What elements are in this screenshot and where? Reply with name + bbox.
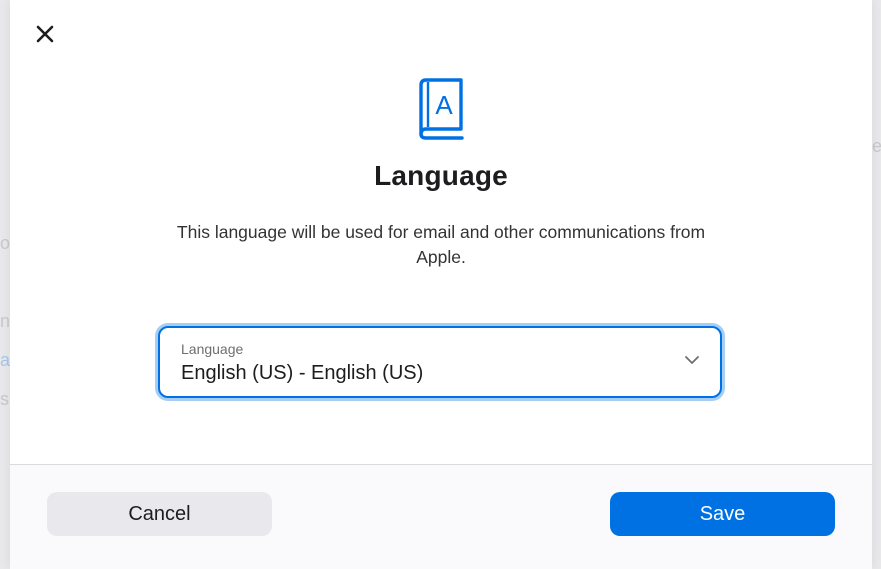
book-a-icon: A [419,78,464,140]
language-select-value: English (US) - English (US) [181,362,424,384]
background-text-fragment: a [0,350,11,370]
close-button[interactable] [32,21,58,47]
background-text-fragment: n [0,311,11,331]
svg-text:A: A [435,90,453,120]
save-button[interactable]: Save [610,492,835,536]
background-text-fragment: e [872,136,881,156]
background-text-fragment: s [0,389,9,409]
dialog-title: Language [374,160,508,191]
background-text-fragment: o [0,233,11,253]
language-dialog: A Language This language will be used fo… [10,0,872,569]
language-select[interactable]: Language English (US) - English (US) [158,326,722,398]
close-icon [36,25,54,43]
language-select-label: Language [181,341,244,357]
cancel-button[interactable]: Cancel [47,492,272,536]
chevron-down-icon [685,356,699,364]
dialog-footer: Cancel Save [10,464,872,569]
dialog-description: This language will be used for email and… [176,222,706,267]
